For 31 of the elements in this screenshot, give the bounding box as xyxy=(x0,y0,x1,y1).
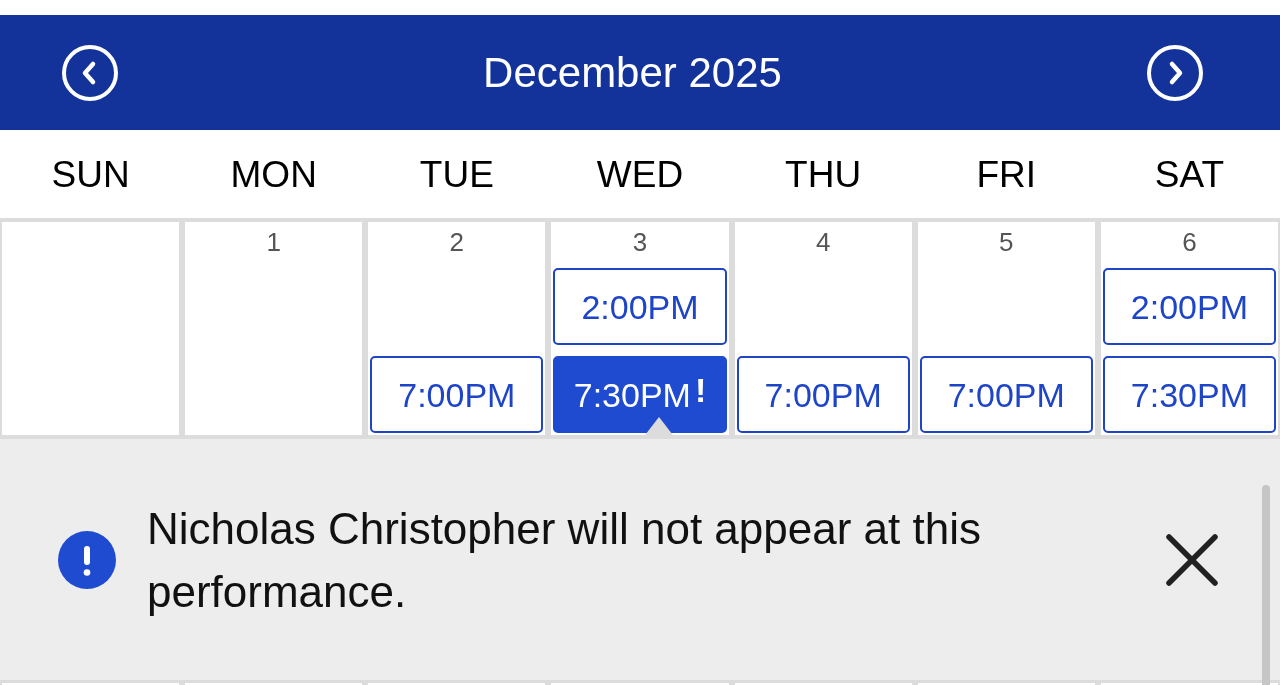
weekday-label: SUN xyxy=(51,155,130,193)
chevron-right-circle-icon xyxy=(1147,44,1203,101)
date-label: 4 xyxy=(815,229,831,255)
scroll-bar[interactable] xyxy=(1262,485,1270,685)
weekday-label: FRI xyxy=(976,155,1037,193)
showtime-button[interactable]: 2:00PM xyxy=(1102,268,1276,345)
weekday-label: THU xyxy=(785,155,862,193)
previous-month-button[interactable] xyxy=(62,44,118,101)
date-label: 6 xyxy=(1182,229,1197,255)
next-month-button[interactable] xyxy=(1147,44,1203,101)
showtime-button[interactable]: 7:00PM xyxy=(370,356,544,433)
weekday-label: SAT xyxy=(1154,155,1224,193)
close-icon xyxy=(1166,533,1218,586)
date-label: 5 xyxy=(999,229,1014,255)
date-label: 3 xyxy=(632,229,648,255)
showtime-button[interactable]: 7:00PM xyxy=(736,356,910,433)
date-label: 1 xyxy=(266,229,281,255)
showtime-button[interactable]: 7:30PM xyxy=(1102,356,1276,433)
alert-icon xyxy=(58,530,116,589)
showtime-button[interactable]: 7:00PM xyxy=(919,356,1093,433)
weekday-label: TUE xyxy=(419,155,494,193)
notice-text: Nicholas Christopher will not appear at this performance. xyxy=(147,502,982,618)
weekday-label: WED xyxy=(596,155,684,193)
date-label: 2 xyxy=(449,229,465,255)
weekday-label: MON xyxy=(230,155,317,193)
chevron-left-circle-icon xyxy=(62,44,118,101)
showtime-button[interactable]: 2:00PM xyxy=(553,268,727,345)
showtime-button[interactable]: 7:30PM! xyxy=(553,356,727,433)
alert-mark: ! xyxy=(694,372,707,407)
month-title: December 2025 xyxy=(483,51,782,94)
close-button[interactable] xyxy=(1166,533,1218,586)
